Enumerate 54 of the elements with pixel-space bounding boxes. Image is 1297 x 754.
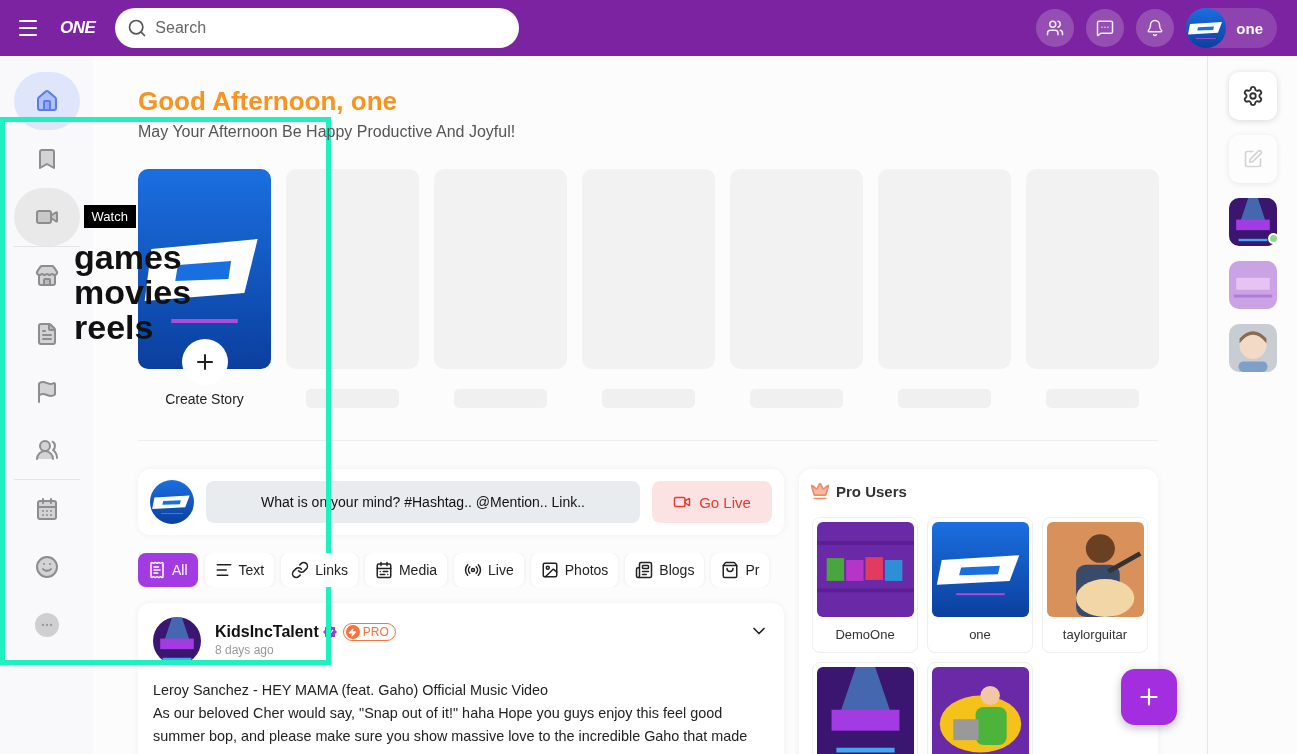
user-tile[interactable]: taylorguitar — [1042, 517, 1148, 653]
filter-chip[interactable]: Live — [454, 553, 524, 587]
bag-icon — [721, 561, 740, 579]
people-icon — [1046, 19, 1065, 37]
filter-chip[interactable]: All — [138, 553, 198, 587]
go-live-button[interactable]: Go Live — [652, 481, 772, 523]
greeting-title: Good Afternoon, one — [138, 86, 398, 117]
more-icon — [34, 613, 59, 637]
link-icon — [291, 561, 310, 579]
online-dot — [1267, 233, 1279, 244]
filter-chip[interactable]: Photos — [530, 553, 619, 587]
filter-chip[interactable]: Media — [364, 553, 448, 587]
store-icon — [34, 264, 59, 288]
user-name: one — [969, 627, 991, 642]
user-menu-button[interactable]: one — [1186, 8, 1277, 48]
bell-icon — [1146, 19, 1165, 37]
composer-field[interactable]: What is on your mind? #Hashtag.. @Mention.. Link.. — [206, 481, 640, 523]
edit-icon — [1242, 149, 1263, 169]
filter-chip[interactable]: Blogs — [625, 553, 705, 587]
settings-icon — [1241, 85, 1264, 107]
messages-button[interactable] — [1086, 9, 1125, 47]
filter-chip[interactable]: Links — [281, 553, 358, 587]
filter-chip[interactable]: Pr — [711, 553, 770, 587]
receipt-icon — [148, 561, 166, 579]
search-field[interactable]: Search — [115, 8, 520, 48]
filter-chip[interactable]: Text — [204, 553, 275, 587]
settings-button[interactable] — [1228, 72, 1277, 120]
user-tile[interactable]: one — [927, 517, 1033, 653]
author-name[interactable]: KidsIncTalent — [215, 623, 319, 641]
text-lines-icon — [214, 561, 233, 579]
broadcast-icon — [464, 561, 483, 579]
user-name: DemoOne — [835, 627, 895, 642]
calendar-icon — [374, 561, 393, 579]
user-name: taylorguitar — [1062, 627, 1128, 642]
calendar-icon — [34, 497, 59, 521]
lightning-icon — [345, 625, 360, 639]
tooltip: Watch — [83, 205, 136, 228]
group-icon — [34, 438, 59, 462]
chat-icon — [1096, 19, 1115, 37]
card-title: Pro Users — [836, 482, 907, 500]
add-button[interactable] — [1121, 669, 1177, 725]
user-tile[interactable]: DemoOne — [812, 517, 918, 653]
image-icon — [540, 561, 559, 579]
post-time: 8 days ago — [215, 643, 275, 657]
notifications-button[interactable] — [1136, 9, 1175, 47]
newspaper-icon — [635, 561, 654, 579]
friends-button[interactable] — [1036, 9, 1075, 47]
logo[interactable]: ONE — [60, 18, 96, 38]
story-label: Create Story — [165, 391, 244, 407]
crown-icon — [810, 481, 830, 501]
smiley-icon — [34, 555, 59, 579]
search-icon — [127, 18, 148, 38]
post-text: Leroy Sanchez - HEY MAMA (feat. Gaho) Official Music Video As our beloved Cher would say, "Snap out of it!" haha Hope you guys enjoy this feel good summer bop, and please make sure you show massive love to the incredible Gaho that made — [153, 681, 749, 746]
home-icon — [34, 89, 59, 113]
